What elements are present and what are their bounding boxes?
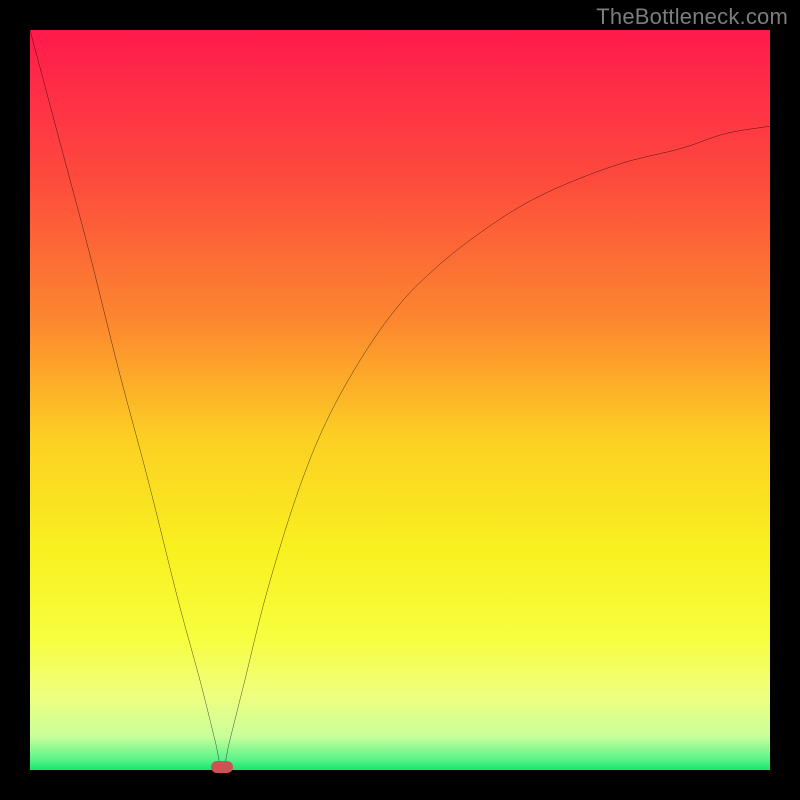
bottleneck-plot (30, 30, 770, 770)
optimal-point-marker (211, 761, 233, 773)
plot-background (30, 30, 770, 770)
watermark-text: TheBottleneck.com (596, 4, 788, 30)
chart-frame: TheBottleneck.com (0, 0, 800, 800)
